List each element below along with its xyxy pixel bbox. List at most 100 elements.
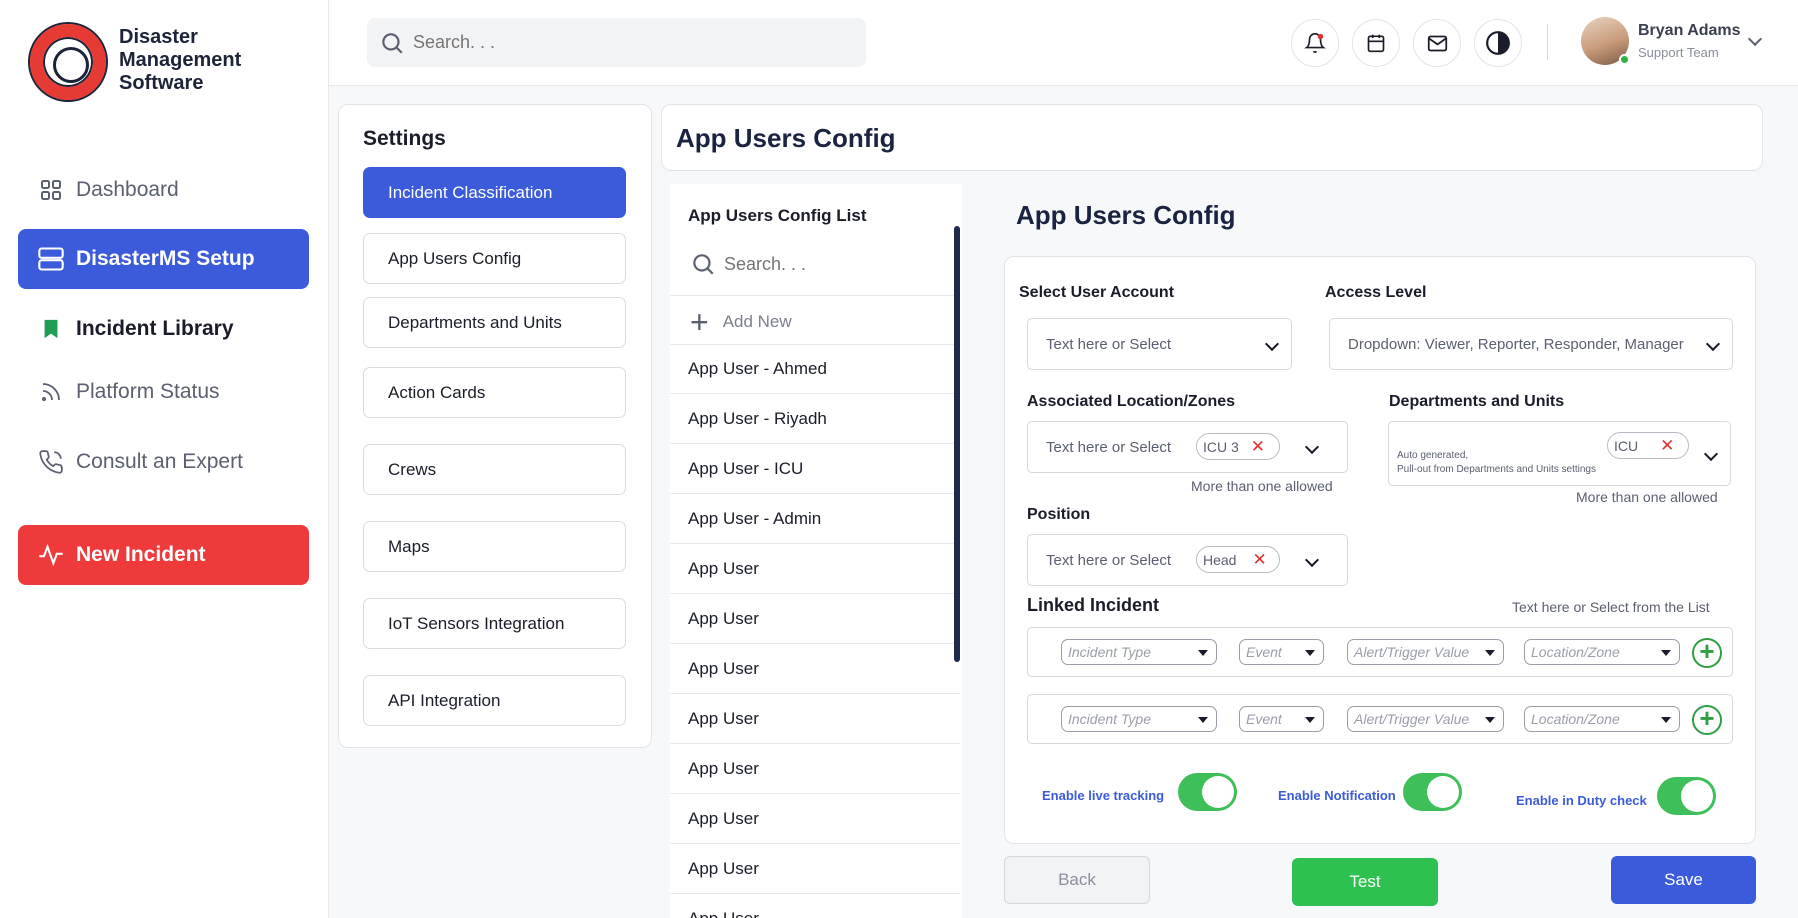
list-item[interactable]: App User <box>670 544 960 594</box>
linked-incident-hint: Text here or Select from the List <box>1512 599 1710 615</box>
list-scrollbar[interactable] <box>954 226 960 662</box>
list-item[interactable]: App User <box>670 894 960 918</box>
server-icon <box>36 244 66 274</box>
user-name: Bryan Adams <box>1638 22 1741 39</box>
new-incident-button[interactable]: New Incident <box>18 525 309 585</box>
grid-icon <box>36 175 66 205</box>
sidebar-item-dashboard[interactable]: Dashboard <box>18 160 309 220</box>
select-user-dropdown[interactable]: Text here or Select <box>1027 318 1292 370</box>
online-status-dot <box>1619 54 1630 65</box>
notification-toggle[interactable] <box>1403 773 1462 811</box>
settings-panel: Settings Incident Classification App Use… <box>338 104 652 748</box>
settings-item-incident-classification[interactable]: Incident Classification <box>363 167 626 218</box>
duty-check-label: Enable in Duty check <box>1516 793 1647 808</box>
departments-field[interactable]: Auto generated, Pull-out from Department… <box>1388 421 1731 486</box>
top-bar: Bryan Adams Support Team <box>329 0 1798 86</box>
sidebar-item-platform-status[interactable]: Platform Status <box>18 362 309 422</box>
form-title: App Users Config <box>1016 200 1236 230</box>
live-tracking-label: Enable live tracking <box>1042 788 1165 803</box>
chevron-down-icon <box>1703 446 1719 462</box>
calendar-icon <box>1367 34 1385 53</box>
list-item[interactable]: App User - Ahmed <box>670 344 960 394</box>
incident-type-select[interactable]: Incident Type <box>1061 706 1217 732</box>
event-select[interactable]: Event <box>1239 639 1324 665</box>
sidebar-item-incident-library[interactable]: Incident Library <box>18 299 309 359</box>
location-label: Associated Location/Zones <box>1027 393 1236 410</box>
lifebuoy-logo-icon <box>30 24 106 100</box>
add-linked-incident-icon[interactable]: + <box>1692 638 1722 668</box>
add-new-user-button[interactable]: + Add New <box>690 300 890 344</box>
sidebar-item-consult-expert[interactable]: Consult an Expert <box>18 432 309 492</box>
location-chip[interactable]: ICU 3 ✕ <box>1196 433 1280 460</box>
settings-item-iot-sensors[interactable]: IoT Sensors Integration <box>363 598 626 649</box>
activity-icon <box>36 540 66 570</box>
alert-trigger-select[interactable]: Alert/Trigger Value <box>1347 639 1504 665</box>
list-item[interactable]: App User <box>670 694 960 744</box>
notification-button[interactable] <box>1291 19 1339 67</box>
list-item[interactable]: App User - ICU <box>670 444 960 494</box>
chevron-down-icon <box>1264 336 1280 352</box>
department-chip[interactable]: ICU ✕ <box>1607 432 1689 459</box>
departments-note: Auto generated, Pull-out from Department… <box>1397 449 1596 475</box>
location-field[interactable]: Text here or Select ICU 3 ✕ <box>1027 421 1348 473</box>
theme-toggle-button[interactable] <box>1474 19 1522 67</box>
settings-item-departments-units[interactable]: Departments and Units <box>363 297 626 348</box>
phone-icon <box>36 447 66 477</box>
page-title-bar: App Users Config <box>661 104 1763 171</box>
sidebar-item-disasterms-setup[interactable]: DisasterMS Setup <box>18 229 309 289</box>
mail-button[interactable] <box>1413 19 1461 67</box>
mail-icon <box>1427 35 1447 51</box>
list-item[interactable]: App User <box>670 594 960 644</box>
test-button[interactable]: Test <box>1292 858 1438 906</box>
live-tracking-toggle[interactable] <box>1178 773 1237 811</box>
users-list-panel: App Users Config List + Add New App User… <box>670 184 962 918</box>
users-list-title: App Users Config List <box>688 206 867 225</box>
alert-trigger-select[interactable]: Alert/Trigger Value <box>1347 706 1504 732</box>
search-icon <box>382 32 403 54</box>
calendar-button[interactable] <box>1352 19 1400 67</box>
list-item[interactable]: App User <box>670 744 960 794</box>
settings-item-maps[interactable]: Maps <box>363 521 626 572</box>
back-button[interactable]: Back <box>1004 856 1150 904</box>
list-item[interactable]: App User <box>670 644 960 694</box>
close-icon[interactable]: ✕ <box>1251 437 1265 457</box>
bell-icon <box>1304 33 1326 53</box>
duty-check-toggle[interactable] <box>1657 777 1716 815</box>
user-menu-chevron-icon[interactable] <box>1747 31 1763 47</box>
save-button[interactable]: Save <box>1611 856 1756 904</box>
departments-label: Departments and Units <box>1389 393 1565 410</box>
event-select[interactable]: Event <box>1239 706 1324 732</box>
list-item[interactable]: App User <box>670 844 960 894</box>
add-linked-incident-icon[interactable]: + <box>1692 705 1722 735</box>
location-zone-select[interactable]: Location/Zone <box>1524 706 1680 732</box>
global-search-input[interactable] <box>413 32 803 53</box>
incident-type-select[interactable]: Incident Type <box>1061 639 1217 665</box>
position-label: Position <box>1027 506 1091 523</box>
chevron-down-icon <box>1705 336 1721 352</box>
notification-label: Enable Notification <box>1278 788 1396 803</box>
location-zone-select[interactable]: Location/Zone <box>1524 639 1680 665</box>
users-list-search[interactable] <box>690 246 930 282</box>
list-item[interactable]: App User <box>670 794 960 844</box>
linked-incident-row: Incident Type Event Alert/Trigger Value … <box>1027 627 1733 677</box>
close-icon[interactable]: ✕ <box>1252 550 1266 570</box>
users-list-search-input[interactable] <box>724 253 904 275</box>
chevron-down-icon <box>1304 552 1320 568</box>
list-divider <box>670 295 960 296</box>
position-chip[interactable]: Head ✕ <box>1196 546 1280 573</box>
position-field[interactable]: Text here or Select Head ✕ <box>1027 534 1348 586</box>
settings-item-app-users-config[interactable]: App Users Config <box>363 233 626 284</box>
settings-item-api-integration[interactable]: API Integration <box>363 675 626 726</box>
access-level-dropdown[interactable]: Dropdown: Viewer, Reporter, Responder, M… <box>1329 318 1733 370</box>
sidebar: Disaster Management Software Dashboard D… <box>0 0 329 918</box>
app-logo-text: Disaster Management Software <box>119 26 242 94</box>
global-search[interactable] <box>367 18 866 67</box>
contrast-icon <box>1486 31 1510 55</box>
close-icon[interactable]: ✕ <box>1660 436 1674 456</box>
list-item[interactable]: App User - Admin <box>670 494 960 544</box>
settings-item-action-cards[interactable]: Action Cards <box>363 367 626 418</box>
settings-item-crews[interactable]: Crews <box>363 444 626 495</box>
list-item[interactable]: App User - Riyadh <box>670 394 960 444</box>
location-hint: More than one allowed <box>1191 478 1333 494</box>
departments-hint: More than one allowed <box>1576 489 1718 505</box>
